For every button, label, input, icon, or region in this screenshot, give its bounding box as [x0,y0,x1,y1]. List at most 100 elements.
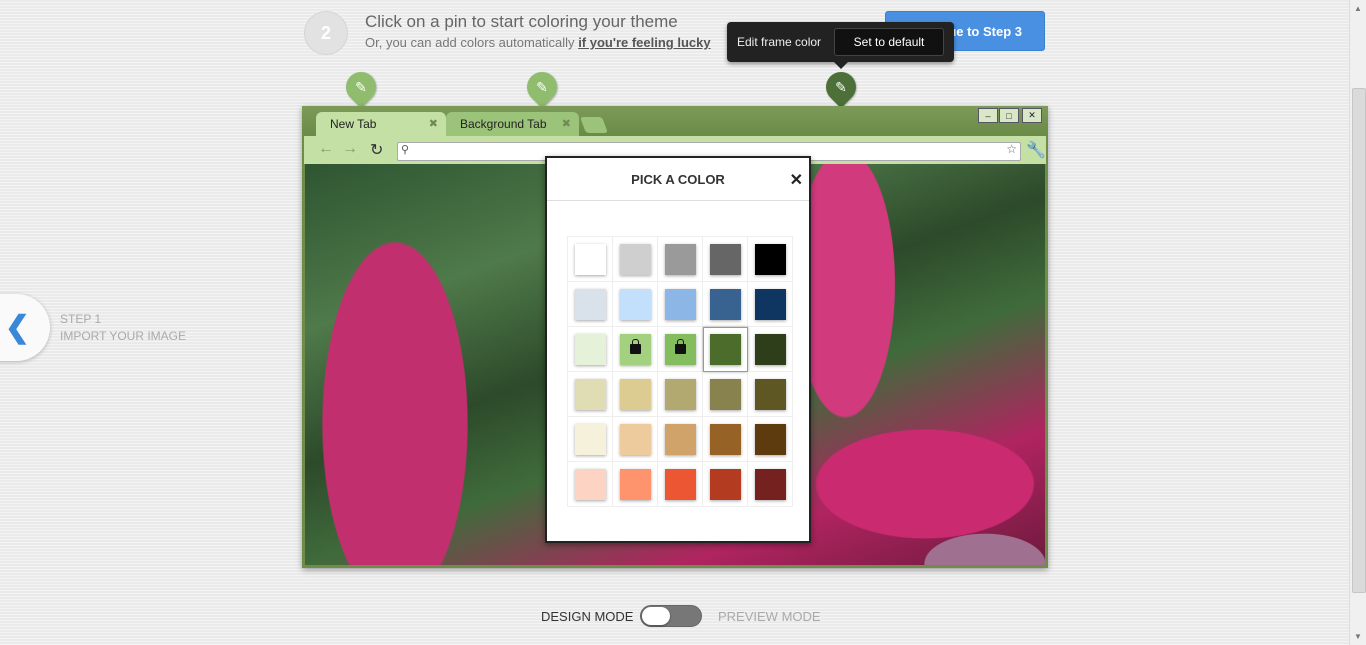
design-mode-label: DESIGN MODE [541,609,634,624]
scrollbar-thumb[interactable] [1352,88,1366,593]
color-swatch-cell[interactable] [613,282,658,327]
color-swatch[interactable] [574,333,606,365]
color-swatch[interactable] [754,468,786,500]
color-swatch-cell[interactable] [703,327,748,372]
color-swatch[interactable] [754,243,786,275]
color-swatch-cell[interactable] [568,417,613,462]
color-swatch-cell[interactable] [613,417,658,462]
color-swatch-cell[interactable] [748,372,793,417]
color-swatch[interactable] [664,423,696,455]
toggle-knob [642,607,670,625]
preview-mode-label: PREVIEW MODE [718,609,821,624]
color-swatch[interactable] [619,243,651,275]
step1-name: IMPORT YOUR IMAGE [60,329,187,343]
color-swatch[interactable] [619,288,651,320]
page-title: Click on a pin to start coloring your th… [365,12,678,31]
back-step-button[interactable]: ❮ [0,294,50,361]
color-swatch-cell[interactable] [748,462,793,507]
color-swatch[interactable] [709,468,741,500]
color-swatch[interactable] [709,378,741,410]
color-swatch-cell[interactable] [658,327,703,372]
color-swatch-cell[interactable] [658,372,703,417]
tab-new: New Tab ✖ [316,112,446,136]
color-swatch-cell[interactable] [568,372,613,417]
color-swatch-cell[interactable] [568,282,613,327]
color-swatch[interactable] [754,423,786,455]
search-icon: ⚲ [401,144,410,156]
color-swatch-cell[interactable] [703,237,748,282]
color-swatch[interactable] [574,423,606,455]
color-swatch[interactable] [619,468,651,500]
color-swatch[interactable] [710,334,741,365]
color-swatch-cell[interactable] [613,462,658,507]
tab-label: Background Tab [460,117,547,131]
scroll-down-icon[interactable]: ▼ [1354,632,1362,641]
color-swatch-cell[interactable] [658,417,703,462]
forward-arrow-icon: → [342,140,358,157]
color-swatch[interactable] [574,378,606,410]
color-swatch[interactable] [574,243,606,275]
color-swatch[interactable] [619,333,651,365]
color-swatch-cell[interactable] [703,372,748,417]
tooltip-label: Edit frame color [737,35,822,49]
color-swatch[interactable] [619,423,651,455]
color-swatch-cell[interactable] [703,462,748,507]
color-swatch[interactable] [664,333,696,365]
color-swatch[interactable] [664,378,696,410]
color-swatch-cell[interactable] [703,417,748,462]
back-arrow-icon: ← [318,140,334,157]
color-swatch-cell[interactable] [613,327,658,372]
step-number-badge: 2 [304,11,348,55]
picker-header: PICK A COLOR ✕ [547,158,809,201]
wrench-icon: 🔧 [1026,142,1046,159]
step1-number: STEP 1 [60,312,102,326]
color-swatch[interactable] [709,423,741,455]
reload-icon: ↻ [370,142,384,159]
color-swatch[interactable] [754,288,786,320]
scroll-up-icon[interactable]: ▲ [1354,4,1362,13]
color-swatch-cell[interactable] [658,462,703,507]
brush-icon: ✎ [835,78,847,95]
feeling-lucky-link[interactable]: if you're feeling lucky [578,35,710,50]
close-icon: ✖ [428,118,438,130]
chevron-left-icon: ❮ [4,311,30,344]
color-swatch[interactable] [664,288,696,320]
color-swatch-cell[interactable] [748,237,793,282]
close-icon[interactable]: ✕ [790,170,803,190]
color-swatch-cell[interactable] [748,282,793,327]
color-swatch[interactable] [709,288,741,320]
color-swatch[interactable] [754,378,786,410]
color-swatch[interactable] [709,243,741,275]
lock-icon [674,339,686,354]
previous-step-label[interactable]: STEP 1 IMPORT YOUR IMAGE [60,311,186,345]
color-swatch[interactable] [664,243,696,275]
color-swatch[interactable] [664,468,696,500]
color-swatch[interactable] [574,288,606,320]
lock-icon [629,339,641,354]
color-picker-dialog: PICK A COLOR ✕ [545,156,811,543]
page-scrollbar[interactable]: ▲ ▼ [1349,0,1366,645]
color-swatch-cell[interactable] [568,237,613,282]
color-swatch[interactable] [574,468,606,500]
close-window-icon: ✕ [1022,108,1042,123]
color-swatch[interactable] [619,378,651,410]
set-default-button[interactable]: Set to default [834,28,945,56]
step-subtitle: Or, you can add colors automatically if … [365,35,711,50]
color-swatch-cell[interactable] [658,237,703,282]
color-swatch-cell[interactable] [613,237,658,282]
close-icon: ✖ [561,118,571,130]
color-swatch-cell[interactable] [613,372,658,417]
tab-label: New Tab [330,117,377,131]
brush-icon: ✎ [355,78,367,95]
picker-title: PICK A COLOR [631,171,725,187]
color-swatch-cell[interactable] [703,282,748,327]
color-swatch-cell[interactable] [748,327,793,372]
maximize-icon: □ [999,108,1019,123]
color-swatch[interactable] [754,333,786,365]
color-swatch-cell[interactable] [568,462,613,507]
subtitle-text: Or, you can add colors automatically [365,35,575,50]
mode-toggle[interactable] [640,605,702,627]
color-swatch-cell[interactable] [568,327,613,372]
color-swatch-cell[interactable] [658,282,703,327]
color-swatch-cell[interactable] [748,417,793,462]
